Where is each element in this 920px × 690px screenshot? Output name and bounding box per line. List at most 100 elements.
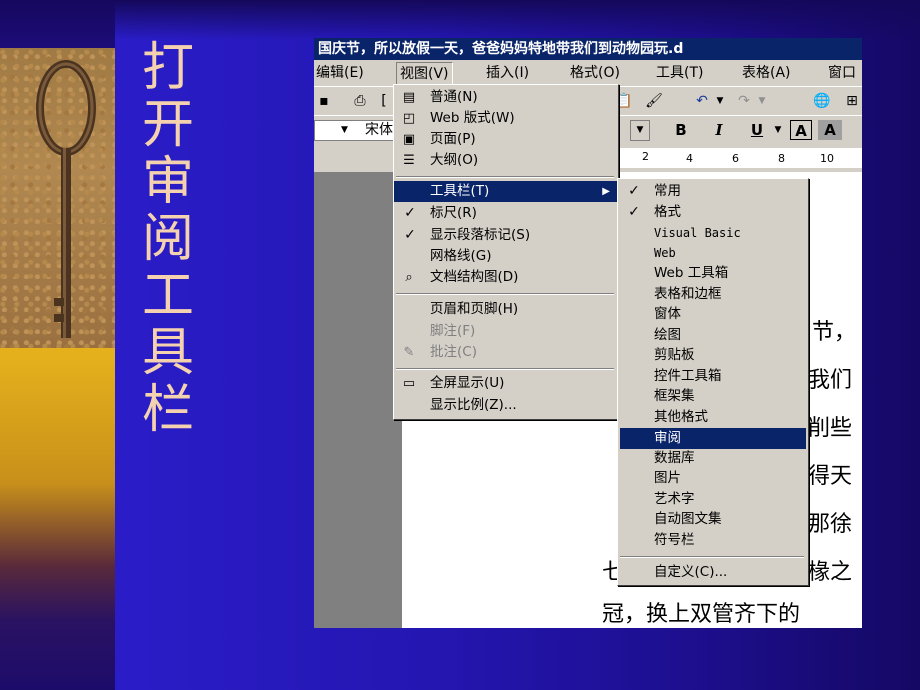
menu-format[interactable]: 格式(O) <box>570 60 620 86</box>
menu-tools[interactable]: 工具(T) <box>656 60 703 86</box>
table-icon[interactable]: ⊞ <box>842 91 862 111</box>
menu-item-zoom[interactable]: 显示比例(Z)... <box>394 395 618 416</box>
ruler-number: 10 <box>820 152 834 165</box>
toolbar-item-web[interactable]: Web <box>618 243 808 264</box>
submenu-arrow-icon: ▶ <box>602 186 610 197</box>
slide-background-top-shade <box>115 0 920 40</box>
menu-item-label: 大纲(O) <box>430 152 479 168</box>
menu-item-paragraph-marks[interactable]: ✓ 显示段落标记(S) <box>394 225 618 246</box>
menu-item-ruler[interactable]: ✓ 标尺(R) <box>394 203 618 224</box>
ruler-number: 4 <box>686 152 693 165</box>
menu-item-label: 艺术字 <box>654 491 695 507</box>
menu-item-label: 图片 <box>654 470 681 486</box>
menu-item-label: 数据库 <box>654 450 695 466</box>
menu-edit[interactable]: 编辑(E) <box>316 60 364 86</box>
menu-table[interactable]: 表格(A) <box>742 60 791 86</box>
menu-item-label: 审阅 <box>654 430 681 446</box>
key-photo <box>0 48 115 348</box>
toolbar-item-reviewing[interactable]: 审阅 <box>620 428 806 449</box>
menu-item-label: 表格和边框 <box>654 286 722 302</box>
antique-key-icon <box>36 60 96 338</box>
menu-item-label: 自定义(C)... <box>654 564 728 580</box>
undo-icon[interactable]: ↶ <box>692 91 712 111</box>
menu-separator <box>396 176 614 178</box>
menu-item-label: 绘图 <box>654 327 681 343</box>
toolbar-item-extended-formatting[interactable]: 其他格式 <box>618 407 808 428</box>
redo-dropdown-icon[interactable]: ▼ <box>752 91 772 111</box>
font-size-dropdown-icon[interactable]: ▼ <box>630 120 650 141</box>
comments-icon: ✎ <box>403 345 415 360</box>
toolbar-item-forms[interactable]: 窗体 <box>618 304 808 325</box>
italic-button[interactable]: I <box>708 120 730 140</box>
font-name: 宋体 <box>365 122 393 138</box>
menu-item-comments[interactable]: ✎ 批注(C) <box>394 342 618 363</box>
menu-item-label: Visual Basic <box>654 226 741 240</box>
undo-dropdown-icon[interactable]: ▼ <box>710 91 730 111</box>
menu-window[interactable]: 窗口 <box>828 60 856 86</box>
menu-item-footnotes[interactable]: 脚注(F) <box>394 321 618 342</box>
menu-separator <box>396 293 614 295</box>
menu-item-label: 工具栏(T) <box>430 183 490 199</box>
style-dropdown[interactable]: ▼ 宋体 <box>314 120 396 141</box>
web-toolbar-icon[interactable]: 🌐 <box>812 91 832 111</box>
redo-icon[interactable]: ↷ <box>734 91 754 111</box>
menu-item-label: 框架集 <box>654 388 695 404</box>
toolbar-item-standard[interactable]: ✓ 常用 <box>618 181 808 202</box>
menu-separator <box>396 368 614 370</box>
toolbar-item-clipboard[interactable]: 剪贴板 <box>618 345 808 366</box>
menu-item-label: 窗体 <box>654 306 681 322</box>
menu-item-page-layout[interactable]: ▣ 页面(P) <box>394 129 618 150</box>
title-char: 打 <box>141 38 194 98</box>
checkmark-icon: ✓ <box>404 205 416 221</box>
menu-item-full-screen[interactable]: ▭ 全屏显示(U) <box>394 373 618 394</box>
menu-item-normal[interactable]: ▤ 普通(N) <box>394 87 618 108</box>
menu-item-label: 控件工具箱 <box>654 368 722 384</box>
toolbar-item-visual-basic[interactable]: Visual Basic <box>618 223 808 244</box>
bold-button[interactable]: B <box>670 120 692 140</box>
menu-item-label: 页眉和页脚(H) <box>430 301 519 317</box>
toolbar-item-tables-borders[interactable]: 表格和边框 <box>618 284 808 305</box>
save-icon[interactable]: ▪ <box>314 91 334 111</box>
menu-item-label: 脚注(F) <box>430 323 476 339</box>
normal-view-icon: ▤ <box>402 90 416 105</box>
menu-item-outline[interactable]: ☰ 大纲(O) <box>394 150 618 171</box>
doc-text-line: 那徐 <box>808 512 853 537</box>
toolbar-item-symbols[interactable]: 符号栏 <box>618 530 808 551</box>
checkmark-icon: ✓ <box>628 204 640 220</box>
menu-item-label: 格式 <box>654 204 681 220</box>
toolbar-item-wordart[interactable]: 艺术字 <box>618 489 808 510</box>
ruler-number: 8 <box>778 152 785 165</box>
menu-item-toolbars[interactable]: 工具栏(T) ▶ <box>394 181 618 202</box>
underline-dropdown-icon[interactable]: ▼ <box>768 120 788 140</box>
doc-text-line: 我们 <box>808 368 853 393</box>
toolbar-item-frames[interactable]: 框架集 <box>618 386 808 407</box>
print-icon[interactable]: ⎙ <box>350 91 370 111</box>
menu-item-gridlines[interactable]: 网格线(G) <box>394 246 618 267</box>
menu-item-label: 其他格式 <box>654 409 708 425</box>
menu-insert[interactable]: 插入(I) <box>486 60 529 86</box>
toolbar-item-drawing[interactable]: 绘图 <box>618 325 808 346</box>
toolbar-item-customize[interactable]: 自定义(C)... <box>618 562 808 583</box>
toolbar-item-database[interactable]: 数据库 <box>618 448 808 469</box>
menu-item-document-map[interactable]: ⌕ 文档结构图(D) <box>394 267 618 288</box>
toolbar-item-autotext[interactable]: 自动图文集 <box>618 509 808 530</box>
toolbar-item-picture[interactable]: 图片 <box>618 468 808 489</box>
character-shading-button[interactable]: A <box>818 120 842 140</box>
toolbar-item-control-toolbox[interactable]: 控件工具箱 <box>618 366 808 387</box>
underline-button[interactable]: U <box>746 120 768 140</box>
menu-item-label: Web 版式(W) <box>430 110 515 126</box>
menu-item-label: 批注(C) <box>430 344 477 360</box>
menu-item-header-footer[interactable]: 页眉和页脚(H) <box>394 299 618 320</box>
menu-item-label: 普通(N) <box>430 89 478 105</box>
menu-item-web-layout[interactable]: ◰ Web 版式(W) <box>394 108 618 129</box>
toolbar-item-formatting[interactable]: ✓ 格式 <box>618 202 808 223</box>
menu-view[interactable]: 视图(V) <box>396 62 453 86</box>
title-char: 开 <box>141 95 194 155</box>
title-char: 栏 <box>141 380 194 440</box>
open-bracket-icon[interactable]: [ <box>374 91 394 111</box>
character-border-button[interactable]: A <box>790 120 812 140</box>
menu-item-label: 自动图文集 <box>654 511 722 527</box>
checkmark-icon: ✓ <box>628 183 640 199</box>
toolbar-item-web-tools[interactable]: Web 工具箱 <box>618 263 808 284</box>
format-painter-icon[interactable]: 🖌 <box>644 91 664 111</box>
